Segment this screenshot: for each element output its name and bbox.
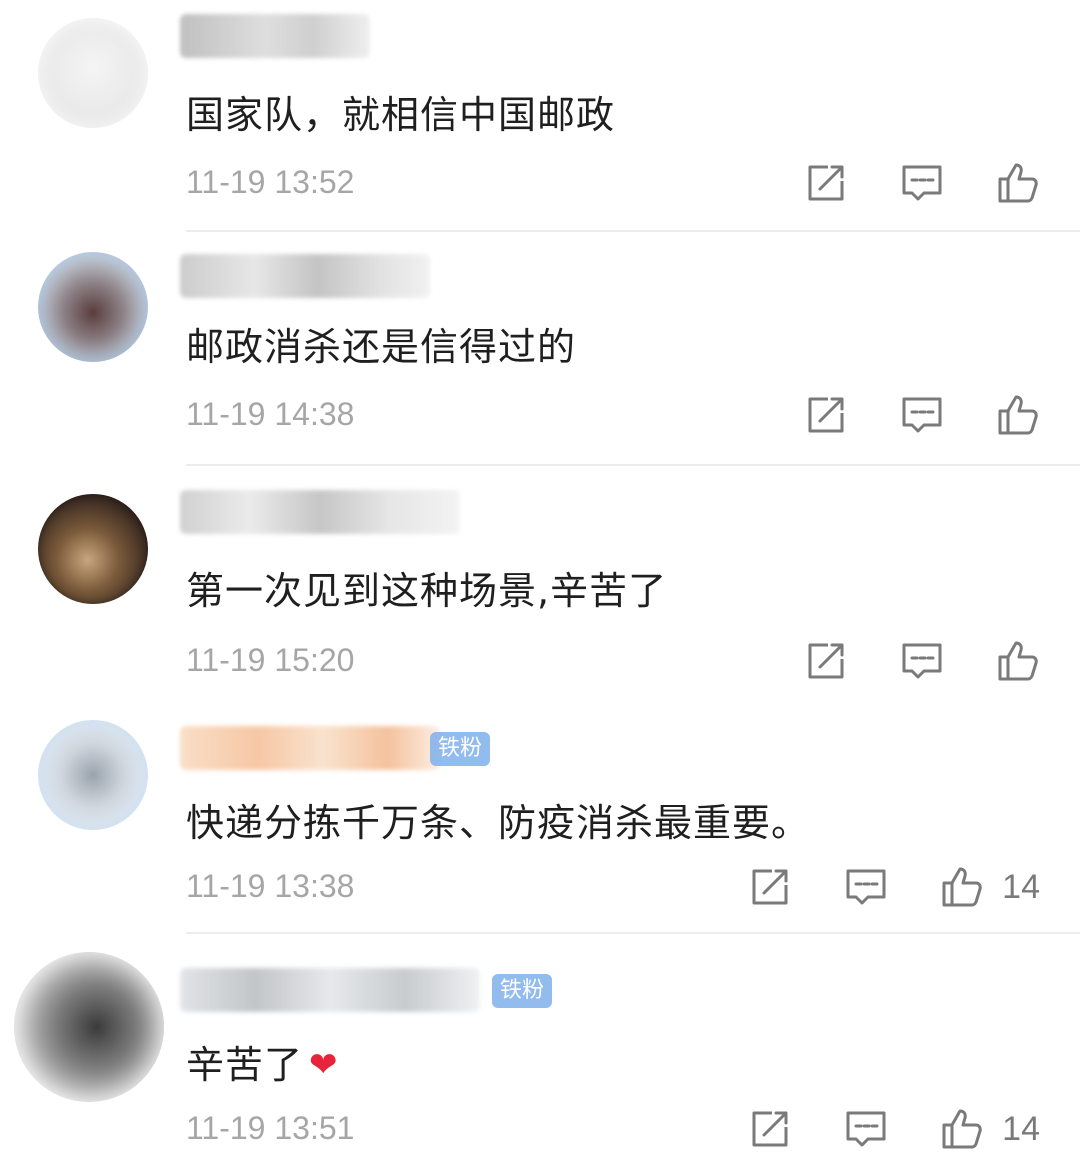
username-redacted[interactable] <box>180 14 370 58</box>
share-button[interactable] <box>748 1107 792 1151</box>
reply-button[interactable] <box>900 393 944 437</box>
comment-icon <box>900 393 944 437</box>
avatar-overlay <box>38 252 148 362</box>
comment-item: 铁粉 辛苦了 ❤ 11-19 13:51 14 <box>0 934 1080 1160</box>
comment-text: 第一次见到这种场景,辛苦了 <box>186 569 668 613</box>
like-count: 14 <box>1002 1109 1040 1148</box>
avatar[interactable] <box>38 494 148 604</box>
badge-label: 铁粉 <box>500 978 545 1003</box>
avatar[interactable] <box>38 18 148 128</box>
thumbs-up-icon <box>940 865 984 909</box>
share-button[interactable] <box>804 161 848 205</box>
comment-icon <box>900 161 944 205</box>
reply-button[interactable] <box>900 639 944 683</box>
like-button[interactable]: 14 <box>940 1107 1040 1151</box>
avatar-overlay <box>38 720 148 830</box>
share-button[interactable] <box>804 393 848 437</box>
comment-icon <box>844 1107 888 1151</box>
comment-time: 11-19 13:52 <box>186 164 355 200</box>
avatar-overlay <box>14 952 164 1102</box>
badge-label: 铁粉 <box>438 736 483 761</box>
thumbs-up-icon <box>996 161 1040 205</box>
comment-item: 国家队，就相信中国邮政 11-19 13:52 <box>0 0 1080 232</box>
comment-list: 国家队，就相信中国邮政 11-19 13:52 邮政消杀还是信得过的 11-19… <box>0 0 1080 1160</box>
comment-actions <box>752 638 1040 684</box>
username-redacted[interactable] <box>180 726 440 770</box>
thumbs-up-icon <box>996 639 1040 683</box>
share-icon <box>748 1107 792 1151</box>
comment-text-body: 辛苦了 <box>186 1043 304 1087</box>
heart-emoji-icon: ❤ <box>309 1045 339 1085</box>
avatar-overlay <box>38 494 148 604</box>
avatar[interactable] <box>38 720 148 830</box>
username-redacted[interactable] <box>180 254 430 298</box>
reply-button[interactable] <box>844 1107 888 1151</box>
thumbs-up-icon <box>940 1107 984 1151</box>
comment-text: 国家队，就相信中国邮政 <box>186 93 616 137</box>
comment-item: 铁粉 快递分拣千万条、防疫消杀最重要。 11-19 13:38 14 <box>0 700 1080 934</box>
like-button[interactable] <box>996 161 1040 205</box>
comment-text: 快递分拣千万条、防疫消杀最重要。 <box>186 801 811 845</box>
share-icon <box>804 393 848 437</box>
share-button[interactable] <box>748 865 792 909</box>
share-button[interactable] <box>804 639 848 683</box>
share-icon <box>804 161 848 205</box>
like-count: 14 <box>1002 867 1040 906</box>
share-icon <box>748 865 792 909</box>
comment-item: 第一次见到这种场景,辛苦了 11-19 15:20 <box>0 466 1080 700</box>
avatar-overlay <box>38 18 148 128</box>
comment-actions: 14 <box>696 864 1040 910</box>
comment-time: 11-19 13:38 <box>186 868 355 904</box>
comment-icon <box>900 639 944 683</box>
reply-button[interactable] <box>900 161 944 205</box>
like-button[interactable] <box>996 639 1040 683</box>
comment-time: 11-19 14:38 <box>186 396 355 432</box>
username-redacted[interactable] <box>180 490 460 534</box>
reply-button[interactable] <box>844 865 888 909</box>
comment-actions <box>752 160 1040 206</box>
username-redacted[interactable] <box>180 968 480 1012</box>
fan-badge: 铁粉 <box>492 974 553 1008</box>
fan-badge: 铁粉 <box>430 732 491 766</box>
avatar[interactable] <box>38 252 148 362</box>
comment-text: 邮政消杀还是信得过的 <box>186 325 577 369</box>
comment-actions: 14 <box>696 1106 1040 1152</box>
comment-time: 11-19 15:20 <box>186 642 355 678</box>
comment-icon <box>844 865 888 909</box>
avatar[interactable] <box>14 952 164 1102</box>
comment-item: 邮政消杀还是信得过的 11-19 14:38 <box>0 232 1080 466</box>
like-button[interactable]: 14 <box>940 865 1040 909</box>
comment-actions <box>752 392 1040 438</box>
thumbs-up-icon <box>996 393 1040 437</box>
comment-text: 辛苦了 ❤ <box>186 1034 339 1089</box>
like-button[interactable] <box>996 393 1040 437</box>
share-icon <box>804 639 848 683</box>
comment-time: 11-19 13:51 <box>186 1110 355 1146</box>
